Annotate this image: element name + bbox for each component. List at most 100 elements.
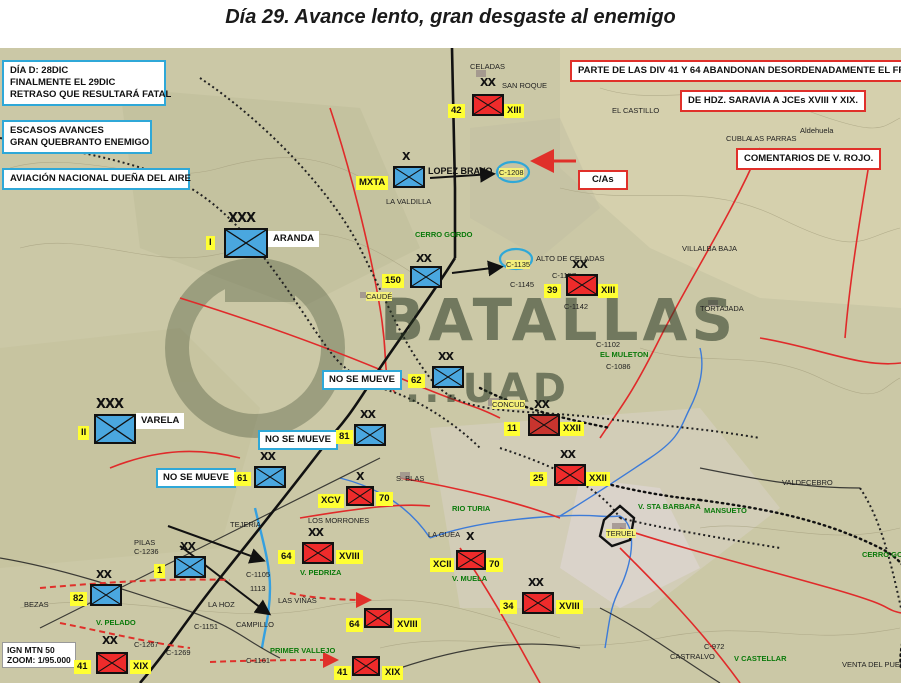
unit-bde-xcii[interactable] [456, 550, 486, 570]
place-valdecebro: VALDECEBRO [782, 478, 833, 487]
echelon-25: XX [560, 448, 576, 461]
place-caude: CAUDÉ [366, 292, 393, 301]
unit-corps-34: XVIII [556, 600, 583, 614]
place-c1105: C-1105 [246, 570, 271, 579]
place-tejeria: TEJERIA [230, 520, 261, 529]
note-parte-div: PARTE DE LAS DIV 41 Y 64 ABANDONAN DESOR… [570, 60, 901, 82]
unit-div-150[interactable] [410, 266, 442, 288]
place-bezas: BEZAS [24, 600, 49, 609]
echelon-64a: XX [308, 526, 324, 539]
note-ign-scale: IGN MTN 50 ZOOM: 1/95.000 [2, 642, 76, 668]
place-c972: C-972 [704, 642, 725, 651]
unit-corps-41a: XIX [130, 660, 152, 674]
unit-div-61[interactable] [254, 466, 286, 488]
place-s-blas: S. BLAS [396, 474, 425, 483]
echelon-corps-varela: XXX [96, 397, 124, 412]
map-canvas: BATALLAS ...UAD CELADAS SAN ROQUE EL CAS… [0, 48, 901, 683]
unit-corps-41b: XIX [382, 666, 404, 680]
echelon-mxta: X [402, 150, 411, 163]
place-c1135: C-1135 [506, 260, 531, 269]
echelon-11: XX [534, 398, 550, 411]
place-la-valdilla: LA VALDILLA [386, 197, 432, 206]
note-aviacion: AVIACIÓN NACIONAL DUEÑA DEL AIRE [2, 168, 191, 190]
place-c1161: C-1161 [246, 656, 271, 665]
status-no-se-mueve-62: NO SE MUEVE [322, 370, 402, 390]
place-celadas: CELADAS [470, 62, 506, 71]
unit-corps-11: XXII [560, 422, 584, 436]
unit-div-62[interactable] [432, 366, 464, 388]
echelon-xcv: X [356, 470, 365, 483]
place-pilas: PILAS [134, 538, 156, 547]
place-c1142: C-1142 [564, 302, 589, 311]
echelon-xcii: X [466, 530, 475, 543]
unit-id-82: 82 [70, 592, 87, 606]
unit-commander-aranda: ARANDA [268, 231, 320, 247]
unit-corps-xcv: 70 [376, 492, 393, 506]
place-la-hoz: LA HOZ [208, 600, 235, 609]
unit-div-1[interactable] [174, 556, 206, 578]
unit-id-64b: 64 [346, 618, 363, 632]
place-el-muleton: EL MULETON [600, 350, 649, 359]
unit-corps-42: XIII [504, 104, 525, 118]
note-hdz-saravia: DE HDZ. SARAVIA A JCEs XVIII Y XIX. [680, 90, 866, 112]
echelon-81: XX [360, 408, 376, 421]
unit-div-64b[interactable] [364, 608, 392, 628]
place-c1269: C-1269 [166, 648, 191, 657]
unit-div-41a[interactable] [96, 652, 128, 674]
unit-corps-aranda[interactable] [224, 228, 268, 258]
unit-div-11[interactable] [528, 414, 560, 436]
note-escasos-avances: ESCASOS AVANCES GRAN QUEBRANTO ENEMIGO [2, 120, 152, 154]
unit-id-34: 34 [500, 600, 517, 614]
place-castralvo: CASTRALVO [670, 652, 715, 661]
unit-commander-varela: VARELA [136, 413, 185, 429]
note-comentarios-rojo: COMENTARIOS DE V. ROJO. [736, 148, 882, 170]
place-teruel: TERUEL [606, 529, 636, 538]
echelon-150: XX [416, 252, 432, 265]
place-v-castellar: V CASTELLAR [734, 654, 787, 663]
place-c1151: C-1151 [194, 622, 219, 631]
unit-div-81[interactable] [354, 424, 386, 446]
unit-div-41b[interactable] [352, 656, 380, 676]
place-v-muela: V. MUELA [452, 574, 488, 583]
status-no-se-mueve-61: NO SE MUEVE [156, 468, 236, 488]
note-dia-d: DÍA D: 28DIC FINALMENTE EL 29DIC RETRASO Q… [2, 60, 171, 106]
unit-id-xcii: XCII [430, 558, 455, 572]
unit-id-1: 1 [154, 564, 166, 578]
unit-id-varela: II [78, 426, 90, 440]
place-la-guea: LA GUEA [428, 530, 461, 539]
place-v-pedriza: V. PEDRIZA [300, 568, 342, 577]
unit-corps-varela[interactable] [94, 414, 136, 444]
place-aldehuela: Aldehuela [800, 126, 834, 135]
place-campillo: CAMPILLO [236, 620, 274, 629]
echelon-61: XX [260, 450, 276, 463]
unit-id-62: 62 [408, 374, 425, 388]
unit-id-150: 150 [382, 274, 404, 288]
unit-div-39[interactable] [566, 274, 598, 296]
unit-bde-xcv[interactable] [346, 486, 374, 506]
place-san-roque: SAN ROQUE [502, 81, 548, 90]
echelon-39: XX [572, 258, 588, 271]
place-concud: CONCUD [492, 400, 525, 409]
place-v-sta-barbara: V. STA BARBARA [638, 502, 701, 511]
page-title: Día 29. Avance lento, gran desgaste al e… [225, 6, 676, 28]
echelon-82: XX [96, 568, 112, 581]
unit-id-41a: 41 [74, 660, 91, 674]
place-cubla: CUBLA [726, 134, 752, 143]
unit-mxta[interactable] [393, 166, 425, 188]
unit-div-34[interactable] [522, 592, 554, 614]
unit-div-25[interactable] [554, 464, 586, 486]
place-venta: VENTA DEL PUERTO [842, 660, 901, 669]
unit-commander-lopez-bravo: LOPEZ BRAVO [428, 166, 493, 176]
unit-id-39: 39 [544, 284, 561, 298]
echelon-34: XX [528, 576, 544, 589]
unit-div-64a[interactable] [302, 542, 334, 564]
place-las-vinas: LAS VIÑAS [278, 596, 317, 605]
echelon-corps-aranda: XXX [228, 211, 256, 226]
echelon-42: XX [480, 76, 496, 89]
unit-corps-64a: XVIII [336, 550, 363, 564]
place-c1267: C-1267 [134, 640, 159, 649]
unit-div-82[interactable] [90, 584, 122, 606]
place-los-morrones: LOS MORRONES [308, 516, 370, 525]
unit-corps-25: XXII [586, 472, 610, 486]
unit-div-42[interactable] [472, 94, 504, 116]
